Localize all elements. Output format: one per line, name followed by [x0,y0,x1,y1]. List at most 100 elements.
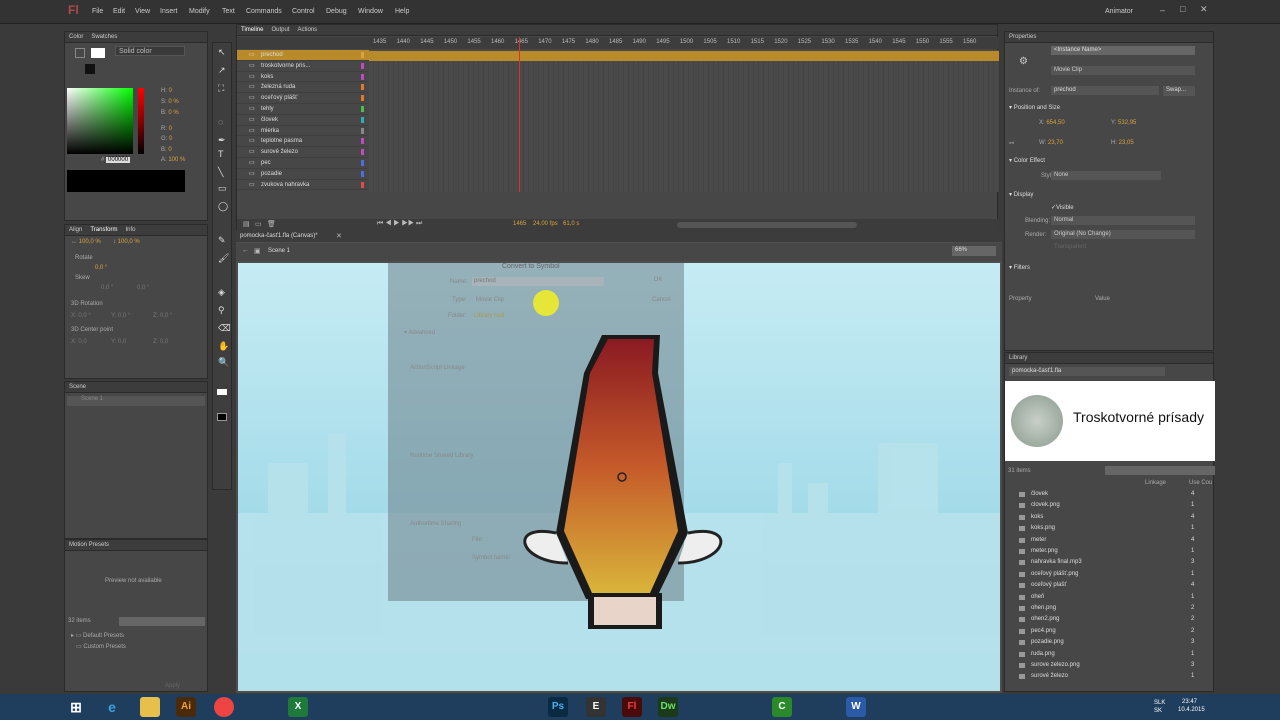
new-folder-icon[interactable]: ▭ [255,220,262,228]
visible-checkbox[interactable]: ✓Visible [1051,204,1074,211]
skew-label[interactable]: Skew [75,275,90,281]
library-item[interactable]: surove zelezo.png 3 [1005,660,1215,671]
transparent-select[interactable]: Transparent [1051,243,1161,252]
delete-layer-icon[interactable]: 🗑 [267,220,276,228]
cancel-button[interactable]: Cancel [652,297,671,303]
explorer-icon[interactable] [140,697,160,717]
tab-align[interactable]: Align [69,227,82,233]
timeline-layer[interactable]: ▭ koks [237,72,369,83]
layer-color-swatch[interactable] [361,160,364,166]
tab-color[interactable]: Color [69,34,83,40]
menu-help[interactable]: Help [395,8,409,15]
brightness-slider[interactable] [138,88,144,154]
timeline-layer[interactable]: ▭ troskotvorne pris... [237,61,369,72]
library-item[interactable]: oheň 1 [1005,592,1215,603]
stroke-swatch[interactable] [217,389,227,395]
layer-color-swatch[interactable] [361,127,364,134]
frames-grid[interactable] [369,50,999,192]
apply-button[interactable]: Apply [165,683,180,689]
back-arrow-icon[interactable]: ← [242,247,249,254]
library-item[interactable]: ruda.png 1 [1005,649,1215,660]
timeline-layer[interactable]: ▭ mierka [237,126,369,137]
instance-name-input[interactable]: <Instance Name> [1051,46,1195,55]
menu-control[interactable]: Control [292,8,315,15]
lasso-tool-icon[interactable]: ◌ [218,117,223,127]
layer-color-swatch[interactable] [361,116,364,123]
layer-color-swatch[interactable] [361,52,364,58]
folder-default-presets[interactable]: ▸ ▭ Default Presets [71,632,124,639]
timeline-layer[interactable]: ▭ ocel'ový plášť [237,93,369,104]
swap-button[interactable]: Swap... [1163,86,1195,96]
timeline-layer[interactable]: ▭ tehly [237,104,369,115]
flash-taskbar-icon[interactable]: Fl [622,697,642,717]
rectangle-tool-icon[interactable]: ▭ [218,183,227,194]
tab-actions[interactable]: Actions [297,27,317,33]
start-button[interactable]: ⊞ [66,697,86,717]
frame-rate[interactable]: 24,00 fps [533,221,558,227]
library-item[interactable]: koks 4 [1005,512,1215,523]
type-select[interactable]: Movie Clip [476,297,504,303]
display-section[interactable]: ▾ Display [1009,191,1033,198]
timeline-layer[interactable]: ▭ zvukova nahravka [237,180,369,191]
selection-tool-icon[interactable]: ↖ [218,47,226,58]
blending-select[interactable]: Normal [1051,216,1195,225]
selected-layer-frames[interactable] [369,51,999,61]
photoshop-icon[interactable]: Ps [548,697,568,717]
menu-commands[interactable]: Commands [246,8,282,15]
tab-transform[interactable]: Transform [90,227,117,233]
current-frame[interactable]: 1465 [513,221,526,227]
layer-color-swatch[interactable] [361,62,364,69]
excel-icon[interactable]: X [288,697,308,717]
menu-edit[interactable]: Edit [113,8,125,15]
library-item[interactable]: meter 4 [1005,535,1215,546]
menu-insert[interactable]: Insert [160,8,178,15]
workspace-switcher[interactable]: Animator [1105,8,1133,15]
fill-swatch[interactable] [217,413,227,421]
name-input[interactable]: prechod [472,277,604,286]
tab-output[interactable]: Output [271,27,289,33]
playhead[interactable] [519,37,520,192]
scene-breadcrumb[interactable]: Scene 1 [268,248,290,254]
menu-debug[interactable]: Debug [326,8,347,15]
close-tab-icon[interactable]: ✕ [336,232,342,240]
layer-color-swatch[interactable] [361,73,364,80]
ie-icon[interactable]: e [102,697,122,717]
edge-icon[interactable]: E [586,697,606,717]
eraser-tool-icon[interactable]: ⌫ [218,323,231,334]
text-tool-icon[interactable]: T [218,149,224,159]
zoom-tool-icon[interactable]: 🔍 [218,357,229,368]
pen-tool-icon[interactable]: ✒ [218,135,226,146]
timeline-layer[interactable]: ▭ surové železo [237,147,369,158]
library-item[interactable]: ohen.png 2 [1005,603,1215,614]
illustrator-icon[interactable]: Ai [176,697,196,717]
style-select[interactable]: None [1051,171,1161,180]
timeline-layer[interactable]: ▭ pozadie [237,169,369,180]
hand-tool-icon[interactable]: ✋ [218,341,229,352]
chrome-icon[interactable] [214,697,234,717]
frame-ruler[interactable]: 1435 1440 1445 1450 1455 1460 1465 1470 1475 1480… [237,37,999,49]
timeline-layer[interactable]: ▭ železná ruda [237,82,369,94]
rotate-label[interactable]: Rotate [75,255,93,261]
color-type-select[interactable]: Solid color [115,46,185,56]
color-picker[interactable] [67,88,133,154]
minimize-icon[interactable]: – [1160,5,1165,15]
maximize-icon[interactable]: □ [1180,4,1185,14]
black-swatch[interactable] [85,64,95,74]
filters-section[interactable]: ▾ Filters [1009,264,1030,271]
layer-color-swatch[interactable] [361,95,364,102]
menu-view[interactable]: View [135,8,150,15]
layer-color-swatch[interactable] [361,170,364,177]
library-item[interactable]: koks.png 1 [1005,523,1215,534]
oval-tool-icon[interactable]: ◯ [218,201,228,212]
fill-color-swatch[interactable] [91,48,105,58]
layer-color-swatch[interactable] [361,138,364,145]
timeline-layer[interactable]: ▭ pec [237,158,369,169]
library-item[interactable]: clovek.png 1 [1005,500,1215,511]
timeline-scrollbar[interactable] [677,222,857,228]
library-item[interactable]: oceľový plašť 4 [1005,580,1215,591]
dreamweaver-icon[interactable]: Dw [658,697,678,717]
new-layer-icon[interactable]: ▤ [243,220,250,228]
library-item[interactable]: surové železo 1 [1005,671,1215,682]
play-controls[interactable]: ⏮ ◀ ▶ ▶▶ ⏭ [377,220,422,228]
folder-custom-presets[interactable]: ▭ Custom Presets [71,643,126,650]
